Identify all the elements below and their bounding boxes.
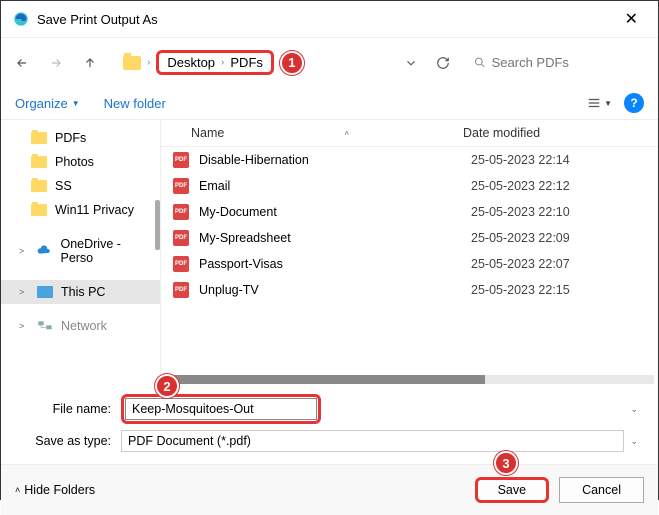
history-dropdown[interactable] bbox=[402, 54, 420, 72]
help-button[interactable]: ? bbox=[624, 93, 644, 113]
column-date[interactable]: Date modified bbox=[463, 126, 646, 140]
annotation-3: 3 bbox=[494, 451, 518, 475]
footer: ˄Hide Folders 3 Save Cancel bbox=[1, 464, 658, 515]
folder-icon bbox=[31, 132, 47, 144]
pc-icon bbox=[37, 286, 53, 298]
folder-icon bbox=[31, 204, 47, 216]
sidebar-item-thispc[interactable]: >This PC bbox=[1, 280, 160, 304]
refresh-button[interactable] bbox=[434, 54, 452, 72]
file-row[interactable]: PDF Disable-Hibernation25-05-2023 22:14 bbox=[161, 147, 658, 173]
file-date: 25-05-2023 22:15 bbox=[471, 283, 570, 297]
column-name[interactable]: Name˄ bbox=[173, 126, 463, 140]
pdf-icon: PDF bbox=[173, 282, 189, 298]
pdf-icon: PDF bbox=[173, 230, 189, 246]
sidebar-item-photos[interactable]: Photos bbox=[1, 150, 160, 174]
window-title: Save Print Output As bbox=[37, 12, 158, 27]
network-icon bbox=[37, 320, 53, 332]
pdf-icon: PDF bbox=[173, 256, 189, 272]
file-name: Passport-Visas bbox=[199, 257, 471, 271]
file-name: Email bbox=[199, 179, 471, 193]
sort-indicator-icon: ˄ bbox=[344, 129, 349, 138]
sidebar-item-win11[interactable]: Win11 Privacy bbox=[1, 198, 160, 222]
up-button[interactable] bbox=[81, 54, 99, 72]
file-date: 25-05-2023 22:10 bbox=[471, 205, 570, 219]
file-date: 25-05-2023 22:14 bbox=[471, 153, 570, 167]
file-name: Unplug-TV bbox=[199, 283, 471, 297]
pdf-icon: PDF bbox=[173, 152, 189, 168]
sidebar-item-network[interactable]: >Network bbox=[1, 314, 160, 338]
sidebar-item-ss[interactable]: SS bbox=[1, 174, 160, 198]
save-inputs: 2 File name: ⌄ Save as type: PDF Documen… bbox=[1, 388, 658, 464]
crumb-pdfs[interactable]: PDFs bbox=[230, 55, 263, 70]
file-date: 25-05-2023 22:12 bbox=[471, 179, 570, 193]
file-row[interactable]: PDF Passport-Visas25-05-2023 22:07 bbox=[161, 251, 658, 277]
toolbar: Organize▼ New folder ▼ ? bbox=[1, 87, 658, 120]
file-row[interactable]: PDF My-Document25-05-2023 22:10 bbox=[161, 199, 658, 225]
save-type-label: Save as type: bbox=[15, 434, 115, 448]
hide-folders-button[interactable]: ˄Hide Folders bbox=[15, 483, 95, 497]
save-type-select[interactable]: PDF Document (*.pdf) bbox=[121, 430, 624, 452]
new-folder-button[interactable]: New folder bbox=[104, 96, 166, 111]
chevron-right-icon: › bbox=[221, 57, 224, 68]
cloud-icon bbox=[36, 245, 52, 257]
back-button[interactable] bbox=[13, 54, 31, 72]
sidebar: PDFs Photos SS Win11 Privacy >OneDrive -… bbox=[1, 120, 161, 388]
forward-button[interactable] bbox=[47, 54, 65, 72]
filename-dropdown[interactable]: ⌄ bbox=[624, 404, 644, 415]
search-box[interactable] bbox=[466, 51, 646, 74]
file-date: 25-05-2023 22:09 bbox=[471, 231, 570, 245]
crumb-desktop[interactable]: Desktop bbox=[167, 55, 215, 70]
sidebar-item-onedrive[interactable]: >OneDrive - Perso bbox=[1, 232, 160, 270]
edge-icon bbox=[13, 11, 29, 27]
folder-icon bbox=[123, 56, 141, 70]
file-name-input[interactable] bbox=[125, 398, 317, 420]
sidebar-item-pdfs[interactable]: PDFs bbox=[1, 126, 160, 150]
cancel-button[interactable]: Cancel bbox=[559, 477, 644, 503]
file-name: Disable-Hibernation bbox=[199, 153, 471, 167]
annotation-1: 1 bbox=[280, 51, 304, 75]
folder-icon bbox=[31, 180, 47, 192]
annotation-2: 2 bbox=[155, 374, 179, 398]
search-input[interactable] bbox=[492, 55, 638, 70]
file-name: My-Document bbox=[199, 205, 471, 219]
search-icon bbox=[474, 56, 486, 69]
horizontal-scrollbar[interactable] bbox=[165, 375, 654, 384]
pdf-icon: PDF bbox=[173, 178, 189, 194]
folder-icon bbox=[31, 156, 47, 168]
file-row[interactable]: PDF Unplug-TV25-05-2023 22:15 bbox=[161, 277, 658, 303]
file-name: My-Spreadsheet bbox=[199, 231, 471, 245]
save-button[interactable]: Save bbox=[475, 477, 550, 503]
breadcrumb[interactable]: › Desktop › PDFs 1 bbox=[115, 46, 312, 79]
close-button[interactable]: ✕ bbox=[617, 9, 646, 29]
file-date: 25-05-2023 22:07 bbox=[471, 257, 570, 271]
nav-bar: › Desktop › PDFs 1 bbox=[1, 38, 658, 87]
sidebar-scrollbar[interactable] bbox=[155, 200, 160, 250]
view-options[interactable]: ▼ bbox=[587, 96, 612, 110]
file-name-label: File name: bbox=[15, 402, 115, 416]
file-pane: Name˄ Date modified PDF Disable-Hibernati… bbox=[161, 120, 658, 388]
titlebar: Save Print Output As ✕ bbox=[1, 1, 658, 38]
file-row[interactable]: PDF My-Spreadsheet25-05-2023 22:09 bbox=[161, 225, 658, 251]
file-row[interactable]: PDF Email25-05-2023 22:12 bbox=[161, 173, 658, 199]
organize-menu[interactable]: Organize▼ bbox=[15, 96, 80, 111]
pdf-icon: PDF bbox=[173, 204, 189, 220]
savetype-dropdown[interactable]: ⌄ bbox=[624, 436, 644, 447]
